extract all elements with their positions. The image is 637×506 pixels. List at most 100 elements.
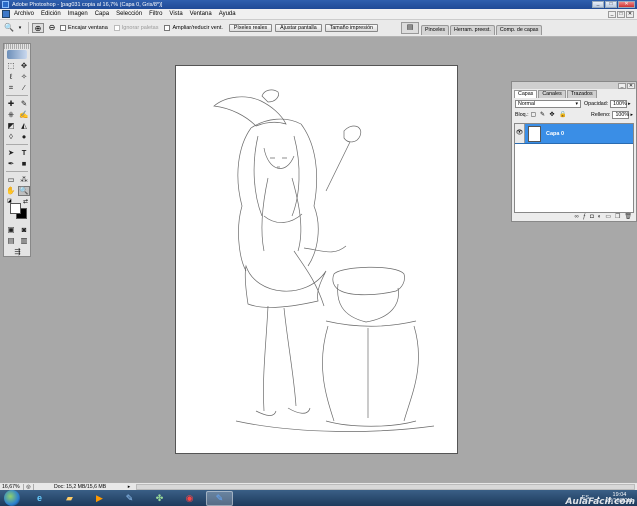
menu-vista[interactable]: Vista [169, 11, 182, 17]
eyedropper-icon[interactable]: ⁂ [18, 175, 30, 185]
lock-pixels-icon[interactable]: ✎ [540, 112, 546, 118]
lock-all-icon[interactable]: 🔒 [559, 112, 566, 118]
ajustar-pantalla-button[interactable]: Ajustar pantalla [275, 24, 322, 32]
magic-wand-icon[interactable]: ✧ [18, 72, 30, 82]
checkbox-box[interactable] [60, 25, 66, 31]
hand-tool-icon[interactable]: ✋ [5, 186, 17, 196]
menu-filtro[interactable]: Filtro [149, 11, 162, 17]
chrome-icon[interactable]: ◉ [176, 491, 203, 506]
menu-ventana[interactable]: Ventana [190, 11, 212, 17]
clone-stamp-icon[interactable]: ⎈ [5, 110, 17, 120]
link-icon[interactable]: ∞ [574, 214, 578, 220]
opacity-arrow-icon[interactable]: ▸ [628, 101, 631, 107]
crop-tool-icon[interactable]: ⌗ [5, 83, 17, 93]
adjustment-icon[interactable]: ◐ [598, 214, 602, 220]
screen-mode-icon[interactable]: ▤ [5, 236, 17, 246]
brush-tool-icon[interactable]: ✎ [18, 99, 30, 109]
quick-mask-icon[interactable]: ◙ [18, 225, 30, 235]
tamano-impresion-button[interactable]: Tamaño impresión [324, 24, 378, 32]
dodge-tool-icon[interactable]: ● [18, 132, 30, 142]
palette-well-icon[interactable]: ▤ [401, 22, 419, 34]
path-selection-icon[interactable]: ➤ [5, 148, 17, 158]
maximize-button[interactable]: □ [605, 1, 617, 8]
photoshop-icon[interactable]: ✎ [206, 490, 233, 506]
healing-brush-icon[interactable]: ✚ [5, 99, 17, 109]
zoom-out-icon[interactable]: ⊖ [46, 23, 58, 33]
menu-capa[interactable]: Capa [95, 11, 109, 17]
tab-canales[interactable]: Canales [538, 90, 566, 98]
folder-icon[interactable]: ▭ [605, 213, 611, 220]
document-canvas[interactable] [175, 65, 458, 454]
history-brush-icon[interactable]: ✍ [18, 110, 30, 120]
eye-icon[interactable]: 👁 [515, 124, 525, 143]
close-button[interactable]: ✕ [618, 1, 635, 8]
doc-restore-button[interactable]: □ [617, 11, 625, 18]
internet-explorer-icon[interactable]: e [26, 491, 53, 506]
doc-minimize-button[interactable]: _ [608, 11, 616, 18]
tab-trazados[interactable]: Trazados [566, 90, 597, 98]
fx-icon[interactable]: ƒ [583, 214, 586, 220]
pen-tool-icon[interactable]: ✒ [5, 159, 17, 169]
menu-imagen[interactable]: Imagen [68, 11, 88, 17]
menu-archivo[interactable]: Archivo [14, 11, 34, 17]
file-explorer-icon[interactable]: ▰ [56, 491, 83, 506]
menu-ayuda[interactable]: Ayuda [219, 11, 236, 17]
lock-transparency-icon[interactable]: ▢ [531, 112, 537, 118]
status-menu-arrow-icon[interactable]: ▸ [124, 484, 134, 490]
panel-close-button[interactable]: ✕ [627, 82, 635, 89]
standard-mode-icon[interactable]: ▣ [5, 225, 17, 235]
slice-tool-icon[interactable]: ⁄ [18, 83, 30, 93]
type-tool-icon[interactable]: T [18, 148, 30, 158]
foreground-color[interactable] [10, 203, 21, 214]
status-info-icon[interactable]: ◎ [24, 483, 34, 490]
lasso-tool-icon[interactable]: ℓ [5, 72, 17, 82]
paint-bucket-icon[interactable]: ◭ [18, 121, 30, 131]
fill-label: Relleno: [591, 111, 611, 118]
shape-tool-icon[interactable]: ■ [18, 159, 30, 169]
new-layer-icon[interactable]: ❐ [615, 213, 620, 220]
menu-edicion[interactable]: Edición [41, 11, 61, 17]
toolbox-grip[interactable] [4, 44, 30, 49]
mask-icon[interactable]: ◘ [590, 214, 594, 220]
zoom-in-icon[interactable]: ⊕ [32, 23, 44, 33]
start-button[interactable] [4, 490, 20, 506]
chevron-down-icon[interactable]: ▾ [17, 23, 23, 33]
move-tool-icon[interactable]: ✥ [18, 61, 30, 71]
blend-mode-select[interactable]: Normal ▾ [515, 99, 581, 108]
checkbox-ampliar-reducir[interactable]: Ampliar/reducir vent. [164, 25, 223, 31]
fill-field[interactable]: 100% [612, 110, 630, 119]
photoshop-app-icon[interactable] [2, 10, 10, 18]
minimize-button[interactable]: _ [592, 1, 604, 8]
fullscreen-mode-icon[interactable]: ▥ [18, 236, 30, 246]
tab-herram-preest[interactable]: Herram. preest. [450, 25, 495, 35]
menu-seleccion[interactable]: Selección [116, 11, 142, 17]
layer-row[interactable]: 👁 Capa 0 [515, 124, 633, 144]
marquee-tool-icon[interactable]: ⬚ [5, 61, 17, 71]
tab-capas[interactable]: Capas [514, 90, 538, 98]
opacity-field[interactable]: 100% [610, 99, 628, 108]
zoom-tool-preset-icon[interactable]: 🔍 [3, 23, 15, 33]
horizontal-scrollbar[interactable] [136, 483, 635, 490]
tab-pinceles[interactable]: Pinceles [421, 25, 450, 35]
checkbox-encajar-ventana[interactable]: Encajar ventana [60, 25, 108, 31]
imageready-icon[interactable]: ⇶ [5, 247, 30, 257]
trash-icon[interactable]: 🗑 [624, 213, 632, 220]
lock-position-icon[interactable]: ✥ [550, 112, 556, 118]
zoom-tool-icon[interactable]: 🔍 [18, 186, 30, 196]
swap-colors-icon[interactable]: ⇄ [23, 198, 28, 205]
doc-close-button[interactable]: ✕ [626, 11, 634, 18]
network-icon[interactable]: ✤ [146, 491, 173, 506]
checkbox-box[interactable] [164, 25, 171, 31]
tab-comp-de-capas[interactable]: Comp. de capas [495, 25, 543, 35]
eraser-tool-icon[interactable]: ◩ [5, 121, 17, 131]
adobe-online-logo[interactable] [7, 50, 27, 59]
fill-arrow-icon[interactable]: ▸ [630, 112, 633, 118]
media-player-icon[interactable]: ▶ [86, 491, 113, 506]
panel-minimize-button[interactable]: _ [618, 82, 626, 89]
notes-tool-icon[interactable]: ▭ [5, 175, 17, 185]
panel-title-bar[interactable]: _ ✕ [512, 82, 636, 89]
zoom-level[interactable]: 16,67% [0, 483, 24, 490]
paint-icon[interactable]: ✎ [116, 491, 143, 506]
pixeles-reales-button[interactable]: Píxeles reales [228, 24, 273, 32]
blur-tool-icon[interactable]: ◊ [5, 132, 17, 142]
